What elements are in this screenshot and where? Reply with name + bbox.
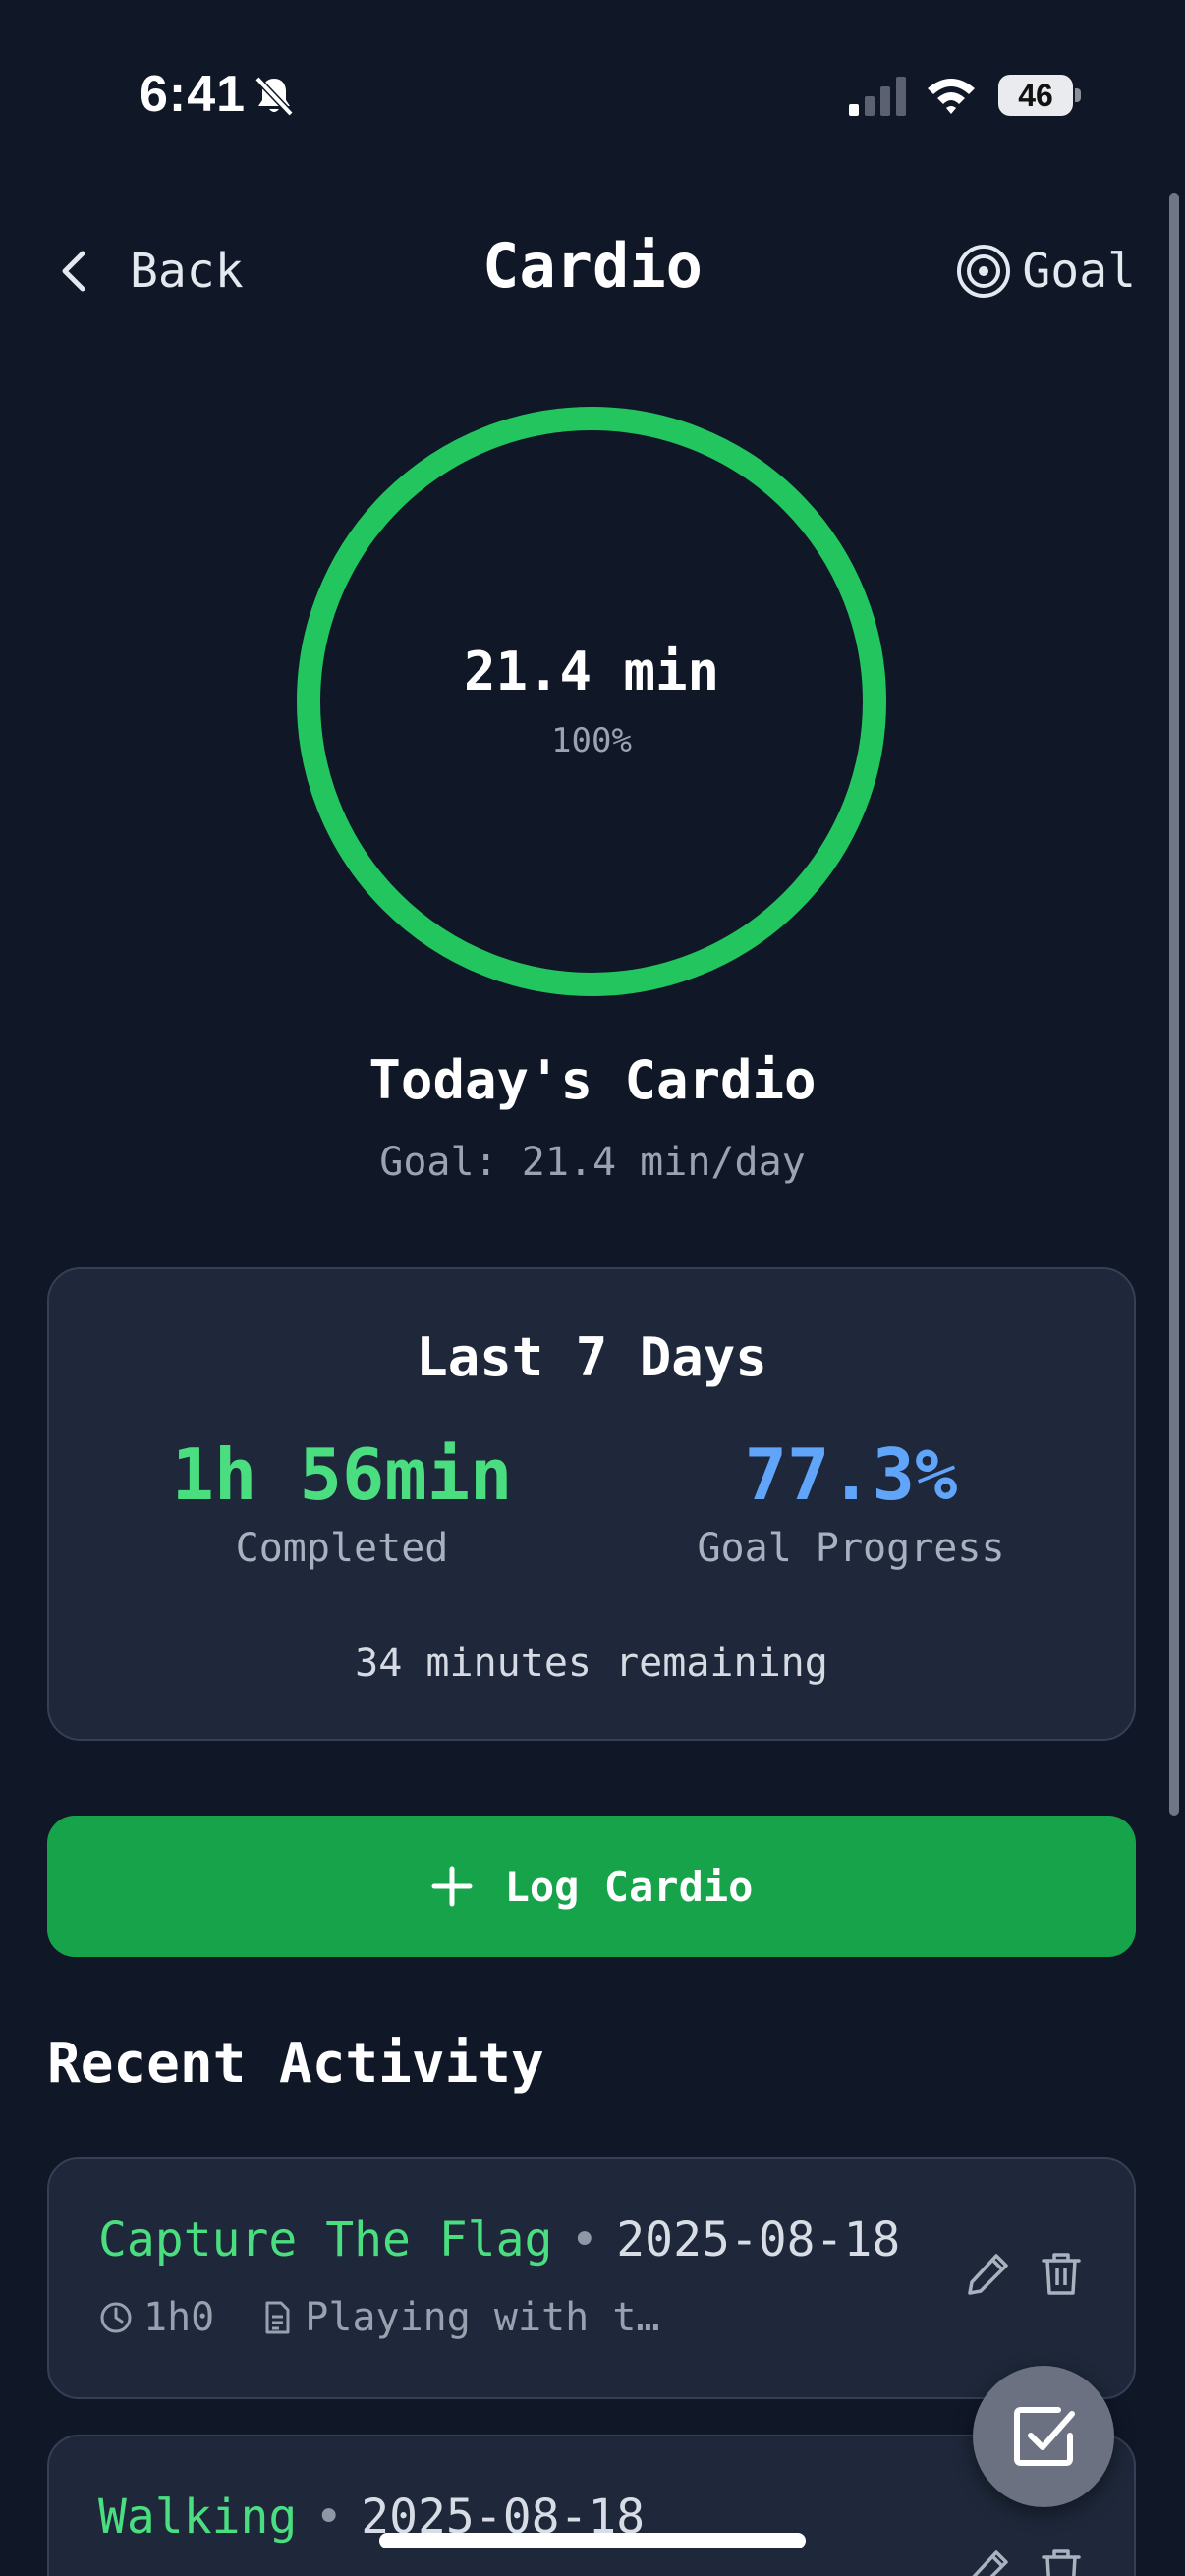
screen: 6:41 46 Back Cardio Goal 21.4 min 100% T… [0,0,1185,2576]
activity-separator: • [570,2212,599,2268]
checkbox-icon [1014,2407,1075,2466]
plus-icon [431,1866,473,1907]
trash-icon[interactable] [1038,2547,1085,2576]
today-goal: Goal: 21.4 min/day [379,1140,806,1185]
goal-progress-label: Goal Progress [697,1526,1005,1572]
progress-ring: 21.4 min 100% [295,405,888,998]
goal-label: Goal [1022,244,1136,299]
back-label: Back [130,244,244,299]
activity-date: 2025-08-18 [616,2212,901,2268]
last-7-days-title: Last 7 Days [416,1326,767,1388]
note-icon [265,2301,290,2334]
goal-progress-stat: 77.3% Goal Progress [615,1433,1087,1572]
progress-value: 21.4 min [463,641,720,702]
status-time: 6:41 [140,66,247,123]
home-indicator[interactable] [379,2533,806,2548]
cellular-signal-icon [849,77,906,116]
completed-stat: 1h 56min Completed [106,1433,578,1572]
last-7-days-card: Last 7 Days 1h 56min Completed 77.3% Goa… [47,1267,1136,1741]
activity-heading: Capture The Flag • 2025-08-18 [98,2212,900,2268]
scrollbar[interactable] [1169,193,1179,1816]
recent-activity-title: Recent Activity [47,2032,544,2096]
edit-pencil-icon[interactable] [965,2547,1012,2576]
activity-item[interactable]: Walking • 2025-08-18 [47,2435,1136,2576]
goal-progress-value: 77.3% [744,1433,958,1516]
battery-level: 46 [998,75,1073,116]
progress-percent: 100% [551,721,632,760]
activity-separator: • [314,2490,344,2545]
edit-pencil-icon[interactable] [965,2250,1012,2297]
checklist-fab-button[interactable] [973,2366,1114,2507]
log-cardio-button[interactable]: Log Cardio [47,1816,1136,1957]
activity-item[interactable]: Capture The Flag • 2025-08-18 1h0 Playing … [47,2157,1136,2399]
bell-muted-icon [254,76,294,117]
activity-details: 1h0 Playing with t… [98,2295,659,2340]
activity-actions [965,2250,1085,2297]
wifi-icon [928,79,975,114]
completed-value: 1h 56min [171,1433,513,1516]
activity-name: Walking [98,2490,298,2545]
trash-icon[interactable] [1038,2250,1085,2297]
remaining-text: 34 minutes remaining [355,1641,828,1686]
battery-indicator: 46 [998,75,1081,116]
goal-button[interactable]: Goal [955,232,1136,310]
chevron-left-icon [62,251,85,292]
activity-name: Capture The Flag [98,2212,553,2268]
completed-label: Completed [235,1526,449,1572]
clock-icon [100,2302,132,2333]
target-icon [957,245,1011,298]
activity-actions [965,2547,1085,2576]
today-title: Today's Cardio [368,1049,817,1111]
activity-duration: 1h0 [143,2295,215,2340]
activity-note: Playing with t… [305,2295,660,2340]
back-button[interactable]: Back [57,232,244,310]
battery-cap [1075,88,1081,102]
log-cardio-label: Log Cardio [504,1862,754,1911]
